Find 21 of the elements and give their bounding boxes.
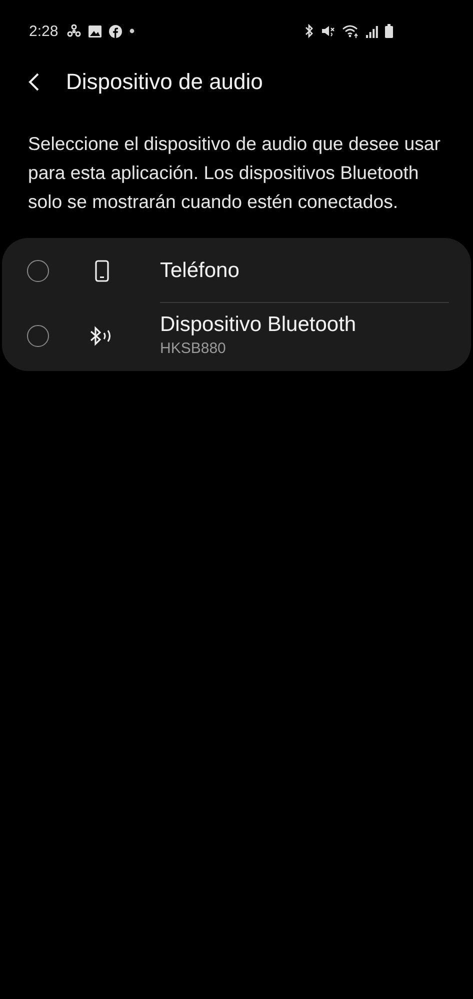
page-title: Dispositivo de audio bbox=[66, 69, 263, 95]
wifi-icon bbox=[342, 24, 359, 38]
signal-icon bbox=[366, 24, 378, 38]
option-label: Teléfono bbox=[160, 259, 240, 283]
audio-device-option[interactable]: Teléfono bbox=[2, 240, 471, 302]
battery-icon bbox=[385, 24, 393, 38]
audio-device-option[interactable]: Dispositivo Bluetooth HKSB880 bbox=[2, 302, 471, 369]
phone-icon bbox=[95, 260, 109, 282]
radio-button[interactable] bbox=[27, 324, 49, 346]
image-icon bbox=[88, 24, 102, 38]
mute-icon bbox=[321, 24, 335, 38]
device-name: HKSB880 bbox=[160, 340, 227, 357]
bluetooth-icon bbox=[304, 24, 314, 38]
description-text: Seleccione el dispositivo de audio que desee usar para esta aplicación. Los dispositivos Bluetooth solo se mostrarán cuando estén conectados. bbox=[28, 132, 442, 214]
radio-button[interactable] bbox=[27, 260, 49, 282]
dot-icon bbox=[129, 28, 136, 34]
facebook-icon bbox=[109, 24, 122, 38]
status-time: 2:28 bbox=[29, 22, 58, 40]
option-label: Dispositivo Bluetooth bbox=[160, 313, 358, 337]
back-icon bbox=[28, 72, 40, 92]
fan-icon bbox=[67, 24, 82, 38]
